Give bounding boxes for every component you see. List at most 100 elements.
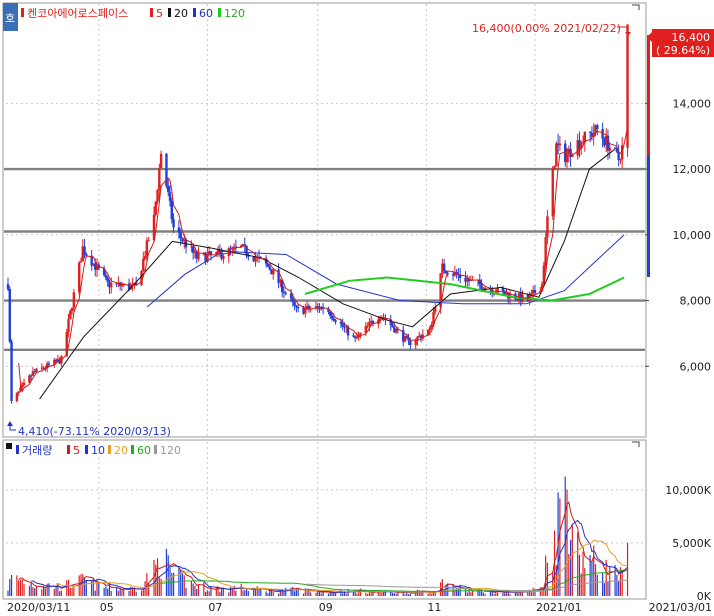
volume-legend-ma20: 20 bbox=[114, 444, 128, 457]
candle-body bbox=[304, 308, 307, 314]
candle-body bbox=[168, 192, 172, 201]
candle-body bbox=[159, 153, 163, 169]
candle-body bbox=[558, 143, 562, 146]
high-label: 16,400(0.00% 2021/02/22) bbox=[472, 22, 621, 35]
candle-body bbox=[147, 240, 150, 242]
candle-body bbox=[565, 153, 569, 163]
candle-body bbox=[359, 332, 362, 335]
candle-body bbox=[167, 186, 170, 193]
candle-body bbox=[177, 227, 181, 233]
candle-body bbox=[79, 261, 83, 263]
legend-ma20: 20 bbox=[174, 7, 188, 20]
candle-body bbox=[172, 219, 175, 228]
candle-body bbox=[442, 263, 446, 271]
candle-body bbox=[15, 393, 19, 401]
candle-body bbox=[83, 246, 86, 254]
date-tick-label: 2021/01 bbox=[536, 601, 582, 614]
candle-body bbox=[546, 216, 549, 238]
price-tick-label: 14,000 bbox=[673, 97, 712, 110]
candle-body bbox=[533, 290, 537, 294]
candle-body bbox=[142, 258, 145, 272]
candle-body bbox=[209, 251, 213, 255]
candle-body bbox=[156, 189, 159, 202]
legend-ma120: 120 bbox=[224, 7, 245, 20]
candle-body bbox=[296, 307, 300, 309]
candle-body bbox=[284, 292, 287, 294]
candle-body bbox=[222, 256, 225, 259]
volume-tick-label: 5,000K bbox=[672, 537, 711, 550]
volume-legend-ma120: 120 bbox=[160, 444, 181, 457]
low-label: 4,410(-73.11% 2020/03/13) bbox=[18, 425, 171, 438]
candle-body bbox=[17, 391, 20, 394]
stock-chart: 14,000 12,000 10,000 8,000 6,000 10,000K 5,00… bbox=[2, 2, 714, 614]
volume-legend-swatch-ma20 bbox=[108, 445, 111, 454]
candle-body bbox=[47, 363, 51, 365]
candle-body bbox=[368, 321, 371, 326]
right-edge-up-bar bbox=[647, 35, 650, 155]
candle-body bbox=[596, 125, 599, 130]
candle-body bbox=[154, 201, 157, 215]
volume-legend-name: 거래량 bbox=[22, 444, 52, 457]
candle-body bbox=[266, 263, 270, 267]
price-tick-label: 10,000 bbox=[673, 229, 712, 242]
candle-body bbox=[110, 283, 113, 288]
candle-body bbox=[67, 319, 70, 333]
candle-body bbox=[22, 382, 26, 386]
date-x-axis: 2020/03/11 05 07 09 11 2021/01 2021/03/01 bbox=[7, 601, 712, 614]
volume-legend-swatch-ma5 bbox=[67, 445, 70, 454]
candle-body bbox=[10, 341, 13, 401]
legend-ma60: 60 bbox=[199, 7, 213, 20]
last-price-tag: 16,400 ( 29.64%) bbox=[647, 29, 714, 57]
corner-badge-label: 호 bbox=[5, 12, 15, 25]
candle-body bbox=[366, 325, 369, 327]
candle-body bbox=[293, 301, 296, 306]
last-price-change: ( 29.64%) bbox=[656, 44, 710, 57]
candle-body bbox=[8, 288, 11, 342]
candle-body bbox=[268, 266, 271, 270]
date-tick-label: 07 bbox=[208, 601, 222, 614]
candle-body bbox=[339, 321, 343, 324]
candle-body bbox=[391, 325, 394, 328]
candle-body bbox=[272, 269, 275, 275]
candle-body bbox=[120, 285, 124, 287]
candle-body bbox=[332, 318, 335, 321]
candle-body bbox=[414, 340, 417, 346]
candle-body bbox=[70, 307, 74, 311]
candle-body bbox=[334, 320, 337, 322]
candle-body bbox=[409, 340, 412, 346]
legend-swatch-ma20 bbox=[168, 8, 171, 17]
volume-legend-swatch-ma60 bbox=[131, 445, 134, 454]
candle-body bbox=[295, 305, 298, 308]
candle-body bbox=[145, 240, 149, 257]
volume-legend-ma5: 5 bbox=[73, 444, 80, 457]
candle-body bbox=[106, 277, 109, 282]
price-tick-label: 12,000 bbox=[673, 163, 712, 176]
candle-body bbox=[143, 256, 147, 259]
price-y-axis: 14,000 12,000 10,000 8,000 6,000 bbox=[645, 35, 711, 373]
candle-body bbox=[85, 253, 88, 256]
candle-body bbox=[480, 284, 483, 290]
candle-body bbox=[179, 232, 182, 239]
date-tick-label: 2020/03/11 bbox=[7, 601, 70, 614]
volume-y-axis: 10,000K5,000K0K bbox=[665, 484, 711, 603]
legend-ma5: 5 bbox=[156, 7, 163, 20]
candle-body bbox=[608, 147, 611, 151]
candle-body bbox=[170, 200, 173, 220]
volume-tick-label: 10,000K bbox=[665, 484, 711, 497]
candle-body bbox=[619, 159, 622, 161]
price-panel-frame bbox=[2, 2, 647, 438]
legend-swatch-ma5 bbox=[150, 8, 153, 17]
candle-body bbox=[158, 168, 161, 190]
candle-body bbox=[78, 262, 81, 293]
candle-body bbox=[231, 247, 234, 250]
candle-body bbox=[588, 131, 592, 133]
candle-body bbox=[330, 315, 334, 319]
candle-body bbox=[227, 248, 230, 257]
volume-legend-ma10: 10 bbox=[91, 444, 105, 457]
candle-body bbox=[430, 324, 433, 328]
candle-body bbox=[553, 166, 556, 170]
candle-body bbox=[329, 311, 332, 316]
price-tick-label: 6,000 bbox=[680, 360, 712, 373]
volume-legend-swatch-ma120 bbox=[154, 445, 157, 454]
price-tick-label: 8,000 bbox=[680, 295, 712, 308]
